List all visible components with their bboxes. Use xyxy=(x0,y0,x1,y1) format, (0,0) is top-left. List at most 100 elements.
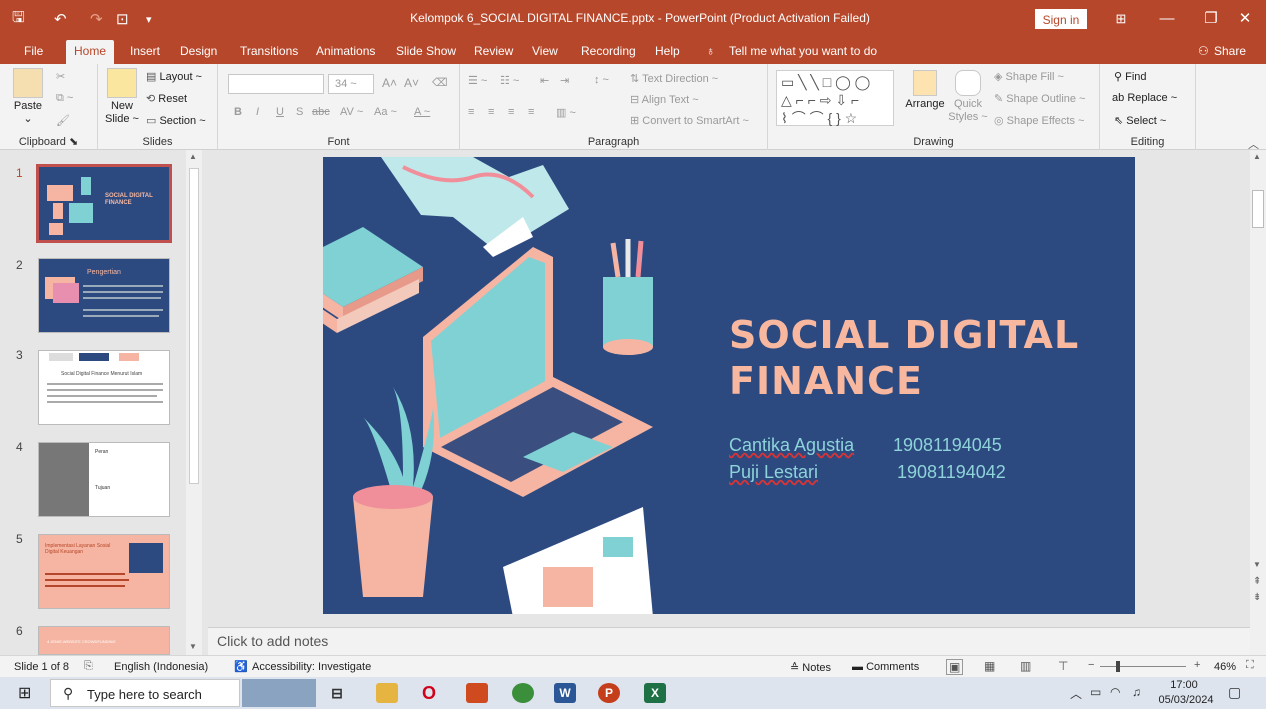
tab-view[interactable]: View xyxy=(532,42,558,64)
arrange-button[interactable]: Arrange xyxy=(902,70,948,111)
spelling-icon[interactable]: ⎘ xyxy=(84,660,93,673)
shapes-gallery[interactable]: ▭ ╲ ╲ □ ◯ ◯ △ ⌐ ⌐ ⇨ ⇩ ⌐ ⌇ ⌒ ⌒ { } ☆ xyxy=(776,70,894,126)
slide-thumbnail-4[interactable]: Peran Tujuan xyxy=(38,442,170,517)
tab-help[interactable]: Help xyxy=(655,42,680,64)
tray-chevron-icon[interactable]: ︿ xyxy=(1070,685,1082,702)
align-center-icon[interactable]: ≡ xyxy=(488,106,494,118)
char-spacing-icon[interactable]: AV ~ xyxy=(340,106,363,118)
volume-icon[interactable]: ♫ xyxy=(1132,685,1141,699)
align-left-icon[interactable]: ≡ xyxy=(468,106,474,118)
member-id[interactable]: 19081194042 xyxy=(897,462,1006,483)
zoom-out-icon[interactable]: − xyxy=(1088,659,1094,671)
shape-outline-button[interactable]: ✎ Shape Outline ~ xyxy=(994,92,1085,105)
notes-button[interactable]: ≙ Notes xyxy=(790,661,831,674)
member-name[interactable]: Cantika Agustia xyxy=(729,435,854,456)
align-right-icon[interactable]: ≡ xyxy=(508,106,514,118)
select-button[interactable]: ⇖ Select ~ xyxy=(1114,114,1166,127)
slide-thumbnail-6[interactable]: 4 JENIS WEBSITE CROWDFUNDING xyxy=(38,626,170,655)
cut-icon[interactable]: ✂ xyxy=(56,70,65,83)
shadow-icon[interactable]: S xyxy=(296,106,303,118)
thumbnail-scrollbar[interactable]: ▲ ▼ xyxy=(186,150,202,655)
scroll-down-icon[interactable]: ▼ xyxy=(189,642,197,651)
member-name[interactable]: Puji Lestari xyxy=(729,462,818,483)
scrollbar-thumb[interactable] xyxy=(1252,190,1264,228)
tab-transitions[interactable]: Transitions xyxy=(240,42,298,64)
scroll-down-icon[interactable]: ▼ xyxy=(1253,560,1261,569)
tab-slide-show[interactable]: Slide Show xyxy=(396,42,456,64)
battery-icon[interactable]: ▭ xyxy=(1090,685,1101,699)
strikethrough-icon[interactable]: abc xyxy=(312,106,330,118)
slide-1[interactable]: SOCIAL DIGITAL FINANCE Cantika Agustia 19… xyxy=(323,157,1135,614)
task-view-icon[interactable]: ⊟ xyxy=(326,683,348,703)
canvas-scrollbar[interactable]: ▲ ▼ ⇞ ⇟ xyxy=(1250,150,1266,655)
accessibility-status[interactable]: Accessibility: Investigate xyxy=(252,661,371,673)
tab-design[interactable]: Design xyxy=(180,42,217,64)
zoom-level[interactable]: 46% xyxy=(1214,661,1236,673)
slide-thumbnail-3[interactable]: Social Digital Finance Menurut Islam xyxy=(38,350,170,425)
italic-icon[interactable]: I xyxy=(256,106,259,118)
zoom-slider-thumb[interactable] xyxy=(1116,661,1120,672)
align-text-button[interactable]: ⊟ Align Text ~ xyxy=(630,93,699,106)
share-button[interactable]: Share xyxy=(1214,42,1246,64)
customize-qa-icon[interactable]: ▾ xyxy=(146,0,152,38)
scrollbar-thumb[interactable] xyxy=(189,168,199,484)
font-name-field[interactable] xyxy=(228,74,324,94)
tab-review[interactable]: Review xyxy=(474,42,513,64)
quick-styles-button[interactable]: Quick Styles ~ xyxy=(948,70,988,124)
increase-indent-icon[interactable]: ⇥ xyxy=(560,74,569,87)
tab-animations[interactable]: Animations xyxy=(316,42,375,64)
change-case-icon[interactable]: Aa ~ xyxy=(374,106,397,118)
redo-icon[interactable]: ↷ xyxy=(90,0,103,38)
section-button[interactable]: ▭ Section ~ xyxy=(146,114,206,127)
next-slide-icon[interactable]: ⇟ xyxy=(1253,592,1261,603)
slideshow-icon[interactable]: ⊤ xyxy=(1058,659,1068,673)
font-size-field[interactable]: 34 ~ xyxy=(328,74,374,94)
undo-icon[interactable]: ↶ xyxy=(54,0,67,38)
slide-thumbnail-5[interactable]: Implementasi Layanan Sosial Digital Keua… xyxy=(38,534,170,609)
close-icon[interactable]: ✕ xyxy=(1222,6,1266,32)
fit-to-window-icon[interactable]: ⛶ xyxy=(1246,659,1254,672)
ribbon-display-icon[interactable]: ⊞ xyxy=(1098,6,1144,32)
grow-font-icon[interactable]: A˄ xyxy=(382,76,397,90)
file-explorer-icon[interactable] xyxy=(376,683,398,703)
line-spacing-icon[interactable]: ↕ ~ xyxy=(594,74,609,86)
replace-button[interactable]: ab Replace ~ xyxy=(1112,92,1177,104)
format-painter-icon[interactable]: 🖌 xyxy=(56,114,70,127)
network-icon[interactable]: ◠ xyxy=(1110,685,1120,699)
tab-insert[interactable]: Insert xyxy=(130,42,160,64)
layout-button[interactable]: ▤ Layout ~ xyxy=(146,70,202,83)
chrome-icon[interactable] xyxy=(512,683,534,703)
accessibility-icon[interactable]: ♿ xyxy=(234,660,248,673)
underline-icon[interactable]: U xyxy=(276,106,284,118)
notes-pane[interactable]: Click to add notes xyxy=(208,627,1250,655)
windows-start-icon[interactable]: ⊞ xyxy=(18,683,31,703)
powerpoint-icon[interactable]: P xyxy=(598,683,620,703)
shape-effects-button[interactable]: ◎ Shape Effects ~ xyxy=(994,114,1084,127)
tab-home[interactable]: Home xyxy=(66,40,115,64)
normal-view-icon[interactable]: ▣ xyxy=(946,659,964,675)
taskbar-search-box[interactable]: ⚲ Type here to search xyxy=(50,679,240,707)
notification-icon[interactable]: ▢ xyxy=(1228,684,1241,701)
dialog-launcher-icon[interactable]: ⬊ xyxy=(69,136,78,148)
clock-time[interactable]: 17:00 xyxy=(1156,679,1212,691)
bold-icon[interactable]: B xyxy=(234,106,242,118)
tab-file[interactable]: File xyxy=(24,42,43,64)
clear-format-icon[interactable]: ⌫ xyxy=(432,76,448,89)
decrease-indent-icon[interactable]: ⇤ xyxy=(540,74,549,87)
reading-view-icon[interactable]: ▥ xyxy=(1020,659,1031,673)
text-direction-button[interactable]: ⇅ Text Direction ~ xyxy=(630,72,718,85)
sign-in-button[interactable]: Sign in xyxy=(1035,9,1087,29)
shape-fill-button[interactable]: ◈ Shape Fill ~ xyxy=(994,70,1064,83)
comments-button[interactable]: ▬ Comments xyxy=(852,661,919,673)
columns-icon[interactable]: ▥ ~ xyxy=(556,106,576,119)
numbering-icon[interactable]: ☷ ~ xyxy=(500,74,519,87)
zoom-in-icon[interactable]: + xyxy=(1194,659,1200,671)
member-id[interactable]: 19081194045 xyxy=(893,435,1002,456)
scroll-up-icon[interactable]: ▲ xyxy=(1253,152,1261,161)
opera-icon[interactable]: O xyxy=(418,683,440,703)
minimize-icon[interactable]: — xyxy=(1144,6,1190,32)
slide-title[interactable]: SOCIAL DIGITAL FINANCE xyxy=(729,312,1079,404)
tell-me-input[interactable]: Tell me what you want to do xyxy=(729,42,877,64)
notes-placeholder[interactable]: Click to add notes xyxy=(217,633,328,649)
zoom-slider[interactable] xyxy=(1100,666,1186,667)
